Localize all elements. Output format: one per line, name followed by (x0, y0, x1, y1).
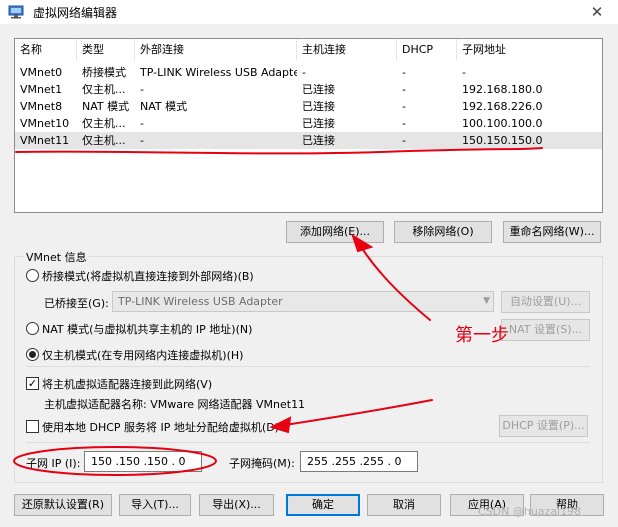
table-cell: - (402, 83, 406, 96)
dhcp-checkbox[interactable] (26, 420, 39, 433)
dhcp-settings-button[interactable]: DHCP 设置(P)... (499, 415, 588, 437)
bridged-mode-radio[interactable] (26, 269, 39, 282)
watermark-text: CSDN @huazai198 (478, 505, 582, 518)
table-cell: VMnet8 (20, 100, 63, 113)
table-row[interactable]: VMnet10 仅主机... - 已连接 - 100.100.100.0 (15, 115, 602, 132)
hostonly-mode-radio[interactable] (26, 348, 39, 361)
close-icon[interactable]: ✕ (586, 2, 608, 22)
table-cell: - (140, 117, 144, 130)
table-header: 名称 类型 外部连接 主机连接 DHCP 子网地址 (15, 39, 602, 61)
subnet-mask-input[interactable]: 255 .255 .255 . 0 (300, 451, 418, 472)
connect-adapter-checkbox[interactable]: ✓ (26, 377, 39, 390)
table-cell: TP-LINK Wireless USB Adapter (140, 66, 297, 79)
add-network-button[interactable]: 添加网络(E)... (286, 221, 384, 243)
network-app-icon (8, 5, 24, 19)
vmnet-info-label: VMnet 信息 (24, 249, 89, 265)
bridged-mode-label: 桥接模式(将虚拟机直接连接到外部网络)(B) (42, 270, 254, 283)
connect-adapter-label: 将主机虚拟适配器连接到此网络(V) (42, 378, 213, 391)
table-cell: - (302, 66, 306, 79)
column-header-external[interactable]: 外部连接 (135, 39, 297, 61)
column-header-dhcp[interactable]: DHCP (397, 39, 457, 61)
step-one-annotation: 第一步 (455, 325, 509, 346)
adapter-name-text: 主机虚拟适配器名称: VMware 网络适配器 VMnet11 (44, 398, 306, 411)
export-button[interactable]: 导出(X)... (199, 494, 274, 516)
table-row[interactable]: VMnet11 仅主机... - 已连接 - 150.150.150.0 (15, 132, 602, 149)
column-header-name[interactable]: 名称 (15, 39, 77, 61)
bridged-to-label: 已桥接至(G): (44, 297, 109, 310)
table-cell: - (140, 134, 144, 147)
column-header-host[interactable]: 主机连接 (297, 39, 397, 61)
table-cell: VMnet11 (20, 134, 70, 147)
column-header-subnet[interactable]: 子网地址 (457, 39, 603, 61)
hostonly-mode-label: 仅主机模式(在专用网络内连接虚拟机)(H) (42, 349, 244, 362)
table-cell: 192.168.226.0 (462, 100, 543, 113)
table-cell: - (140, 83, 144, 96)
chevron-down-icon: ▼ (483, 296, 490, 306)
window-title: 虚拟网络编辑器 (33, 6, 118, 20)
table-cell: NAT 模式 (140, 100, 188, 113)
rename-network-button[interactable]: 重命名网络(W)... (503, 221, 601, 243)
table-cell: - (402, 117, 406, 130)
table-cell: VMnet1 (20, 83, 63, 96)
bridged-to-select[interactable]: TP-LINK Wireless USB Adapter ▼ (112, 291, 494, 312)
nat-mode-label: NAT 模式(与虚拟机共享主机的 IP 地址)(N) (42, 323, 253, 336)
remove-network-button[interactable]: 移除网络(O) (394, 221, 492, 243)
subnet-mask-label: 子网掩码(M): (229, 457, 295, 470)
separator (26, 442, 590, 443)
table-cell: VMnet0 (20, 66, 63, 79)
auto-settings-button[interactable]: 自动设置(U)... (501, 291, 590, 313)
table-cell: 仅主机... (82, 83, 126, 96)
table-cell: 桥接模式 (82, 66, 126, 79)
nat-mode-radio[interactable] (26, 322, 39, 335)
table-cell: 仅主机... (82, 117, 126, 130)
table-row[interactable]: VMnet8 NAT 模式 NAT 模式 已连接 - 192.168.226.0 (15, 98, 602, 115)
table-cell: - (402, 100, 406, 113)
table-cell: VMnet10 (20, 117, 70, 130)
subnet-ip-label: 子网 IP (I): (26, 457, 81, 470)
table-cell: 已连接 (302, 83, 335, 96)
ok-button[interactable]: 确定 (286, 494, 360, 516)
separator (26, 366, 590, 367)
table-cell: NAT 模式 (82, 100, 130, 113)
nat-settings-button[interactable]: NAT 设置(S)... (501, 319, 590, 341)
table-cell: - (402, 134, 406, 147)
column-header-type[interactable]: 类型 (77, 39, 135, 61)
table-row[interactable]: VMnet0 桥接模式 TP-LINK Wireless USB Adapter - -… (15, 64, 602, 81)
bridged-to-value: TP-LINK Wireless USB Adapter (118, 295, 283, 308)
restore-defaults-button[interactable]: 还原默认设置(R) (14, 494, 112, 516)
table-cell: 仅主机... (82, 134, 126, 147)
table-row[interactable]: VMnet1 仅主机... - 已连接 - 192.168.180.0 (15, 81, 602, 98)
table-cell: - (462, 66, 466, 79)
table-cell: 已连接 (302, 117, 335, 130)
table-cell: 100.100.100.0 (462, 117, 543, 130)
dhcp-label: 使用本地 DHCP 服务将 IP 地址分配给虚拟机(D) (42, 421, 279, 434)
cancel-button[interactable]: 取消 (367, 494, 441, 516)
table-cell: 已连接 (302, 100, 335, 113)
table-cell: 150.150.150.0 (462, 134, 543, 147)
table-cell: 已连接 (302, 134, 335, 147)
table-cell: - (402, 66, 406, 79)
subnet-ip-input[interactable]: 150 .150 .150 . 0 (84, 451, 202, 472)
import-button[interactable]: 导入(T)... (119, 494, 191, 516)
vmnet-table[interactable]: 名称 类型 外部连接 主机连接 DHCP 子网地址 VMnet0 桥接模式 TP-L… (14, 38, 603, 213)
table-cell: 192.168.180.0 (462, 83, 543, 96)
